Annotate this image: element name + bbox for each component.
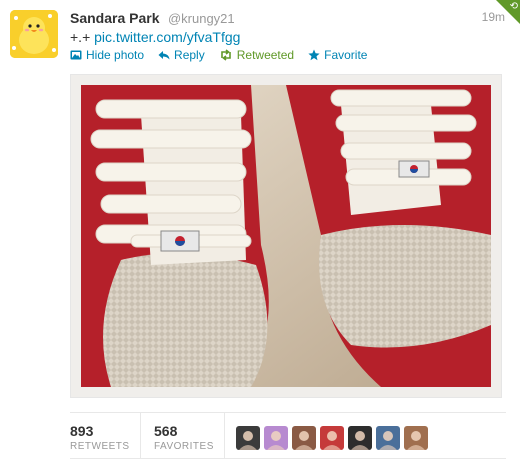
favorites-label: FAVORITES [154, 441, 214, 452]
reply-button[interactable]: Reply [158, 48, 205, 62]
favoriters-avatars [236, 426, 428, 450]
tweet-text-prefix: +.+ [70, 29, 91, 45]
favoriter-avatar[interactable] [320, 426, 344, 450]
user-avatar-icon [239, 431, 257, 450]
user-avatar-icon [407, 431, 425, 450]
author-handle[interactable]: @krungy21 [168, 11, 235, 26]
hide-photo-button[interactable]: Hide photo [70, 48, 144, 62]
user-avatar-icon [379, 431, 397, 450]
tweet-stats: 893 RETWEETS 568 FAVORITES [70, 412, 506, 459]
retweets-count: 893 [70, 423, 94, 439]
favorites-count: 568 [154, 423, 178, 439]
tweet-text: +.+ pic.twitter.com/yfvaTfgg [70, 29, 240, 45]
user-avatar-icon [295, 431, 313, 450]
retweet-corner-icon: ⟲ [509, 1, 518, 12]
author-name[interactable]: Sandara Park [70, 10, 160, 26]
retweets-stat[interactable]: 893 RETWEETS [70, 423, 130, 452]
favorite-label: Favorite [324, 48, 368, 62]
tweet-header: Sandara Park @krungy21 [70, 10, 510, 28]
sneakers-photo[interactable] [81, 85, 491, 387]
favorites-stat[interactable]: 568 FAVORITES [154, 423, 214, 452]
user-avatar-icon [323, 431, 341, 450]
favorite-button[interactable]: Favorite [308, 48, 367, 62]
reply-label: Reply [174, 48, 205, 62]
chick-avatar-icon [10, 10, 58, 58]
hide-photo-label: Hide photo [86, 48, 145, 62]
retweeted-button[interactable]: Retweeted [219, 48, 294, 62]
favoriter-avatar[interactable] [404, 426, 428, 450]
photo-icon [70, 50, 82, 60]
retweeted-label: Retweeted [236, 48, 295, 62]
favoriter-avatar[interactable] [236, 426, 260, 450]
retweet-icon [220, 49, 231, 61]
tweet-actions: Hide photo Reply Retweeted Favorite [70, 48, 367, 62]
reply-arrow-icon [158, 51, 170, 60]
tweet-photo-link[interactable]: pic.twitter.com/yfvaTfgg [94, 29, 240, 45]
retweets-label: RETWEETS [70, 441, 130, 452]
author-avatar[interactable] [10, 10, 58, 58]
favoriter-avatar[interactable] [376, 426, 400, 450]
favoriter-avatar[interactable] [264, 426, 288, 450]
favoriter-avatar[interactable] [348, 426, 372, 450]
star-icon [308, 49, 320, 61]
user-avatar-icon [267, 431, 285, 450]
stats-divider [140, 413, 141, 458]
stats-divider [224, 413, 225, 458]
favoriter-avatar[interactable] [292, 426, 316, 450]
tweet: Sandara Park @krungy21 19m ⟲ +.+ pic.twi… [0, 0, 520, 461]
user-avatar-icon [351, 431, 369, 450]
photo-frame [70, 74, 502, 398]
